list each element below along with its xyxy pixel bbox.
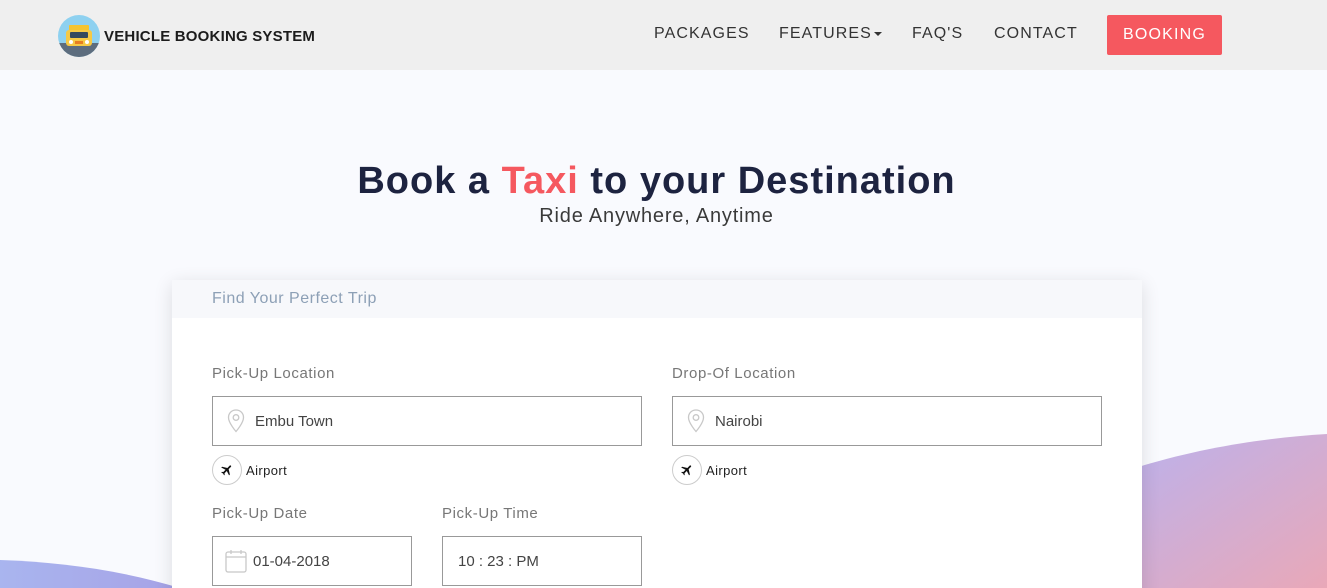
pickup-time-field[interactable]	[442, 536, 642, 586]
map-pin-icon	[685, 408, 707, 434]
nav-packages[interactable]: PACKAGES	[654, 25, 750, 43]
dropoff-location-input[interactable]	[715, 412, 1015, 430]
hero-title-accent: Taxi	[501, 160, 579, 202]
pickup-date-field[interactable]	[212, 536, 412, 586]
nav-features-label: FEATURES	[779, 25, 872, 42]
pickup-time-input[interactable]	[458, 552, 628, 570]
pickup-airport-toggle[interactable]: Airport	[212, 455, 287, 485]
hero-title: Book a Taxi to your Destination	[0, 160, 1313, 203]
map-pin-icon	[225, 408, 247, 434]
trip-search-card: Find Your Perfect Trip Pick-Up Location …	[172, 280, 1142, 588]
dropoff-location-label: Drop-Of Location	[672, 365, 796, 382]
airplane-icon	[672, 455, 702, 485]
pickup-airport-label: Airport	[246, 462, 288, 478]
hero-subtitle: Ride Anywhere, Anytime	[539, 205, 774, 227]
hero-title-post: to your Destination	[590, 160, 956, 202]
nav-features[interactable]: FEATURES	[779, 25, 882, 43]
brand-name: VEHICLE BOOKING SYSTEM	[104, 27, 316, 45]
taxi-logo-icon	[58, 15, 100, 57]
calendar-icon	[225, 548, 247, 574]
nav-faqs[interactable]: FAQ'S	[912, 25, 963, 43]
card-header: Find Your Perfect Trip	[172, 280, 1142, 318]
pickup-date-input[interactable]	[253, 552, 393, 570]
pickup-time-label: Pick-Up Time	[442, 505, 539, 522]
pickup-location-input[interactable]	[255, 412, 555, 430]
caret-down-icon	[873, 31, 882, 36]
brand-logo[interactable]: VEHICLE BOOKING SYSTEM	[58, 15, 315, 57]
booking-button[interactable]: BOOKING	[1107, 15, 1222, 55]
pickup-location-field[interactable]	[212, 396, 642, 446]
dropoff-airport-label: Airport	[706, 462, 748, 478]
hero-title-pre: Book a	[357, 160, 491, 202]
navbar: VEHICLE BOOKING SYSTEM PACKAGES FEATURES…	[0, 0, 1327, 70]
nav-contact[interactable]: CONTACT	[994, 25, 1078, 43]
dropoff-airport-toggle[interactable]: Airport	[672, 455, 747, 485]
pickup-date-label: Pick-Up Date	[212, 505, 308, 522]
dropoff-location-field[interactable]	[672, 396, 1102, 446]
airplane-icon	[212, 455, 242, 485]
pickup-location-label: Pick-Up Location	[212, 365, 335, 382]
